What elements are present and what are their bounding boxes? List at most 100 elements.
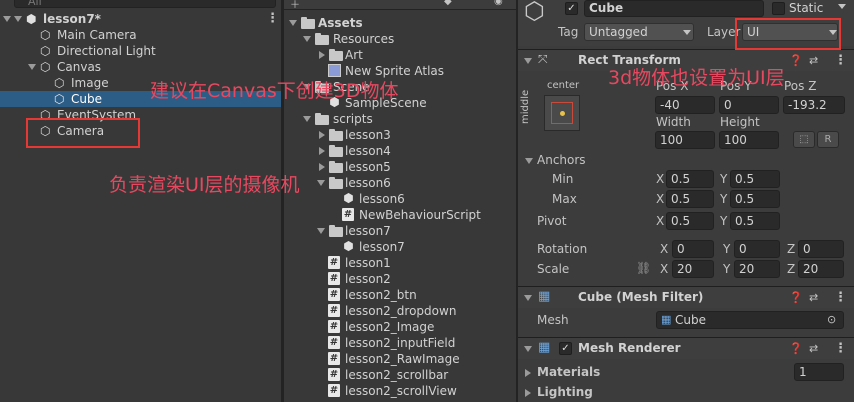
raw-edit-button[interactable]: R bbox=[817, 131, 839, 148]
component-menu-icon[interactable]: ⋮ bbox=[834, 291, 847, 304]
collapse-arrow-icon[interactable] bbox=[319, 131, 325, 139]
help-icon[interactable]: ❓ bbox=[789, 291, 803, 304]
script-icon: # bbox=[328, 384, 340, 397]
visibility-icon[interactable]: ◉ bbox=[494, 0, 503, 7]
mesh-object-field[interactable]: ▦ Cube ⊙ bbox=[656, 311, 844, 329]
project-item-newbehaviourscript[interactable]: # NewBehaviourScript bbox=[284, 207, 516, 223]
collapse-arrow-icon[interactable] bbox=[525, 389, 531, 397]
pos-y-field[interactable]: 0 bbox=[719, 96, 779, 114]
pivot-x-field[interactable]: 0.5 bbox=[666, 212, 714, 230]
project-item-lesson2-scrollview[interactable]: # lesson2_scrollView bbox=[284, 383, 516, 399]
project-item-art[interactable]: Art bbox=[284, 47, 516, 63]
pivot-y-field[interactable]: 0.5 bbox=[730, 212, 780, 230]
materials-count-field[interactable]: 1 bbox=[794, 363, 844, 381]
project-item-lesson7-folder[interactable]: lesson7 bbox=[284, 223, 516, 239]
project-item-lesson2-inputfield[interactable]: # lesson2_inputField bbox=[284, 335, 516, 351]
height-field[interactable]: 100 bbox=[719, 131, 779, 149]
component-menu-icon[interactable]: ⋮ bbox=[834, 342, 847, 355]
collapse-arrow-icon[interactable] bbox=[525, 369, 531, 377]
help-icon[interactable]: ❓ bbox=[789, 54, 803, 67]
anchor-presets-button[interactable] bbox=[544, 95, 580, 131]
project-item-resources[interactable]: Resources bbox=[284, 31, 516, 47]
max-x-field[interactable]: 0.5 bbox=[666, 190, 714, 208]
expand-arrow-icon[interactable] bbox=[289, 20, 297, 26]
pos-z-field[interactable]: -193.2 bbox=[783, 96, 845, 114]
project-item-assets[interactable]: Assets bbox=[284, 15, 516, 31]
expand-arrow-icon[interactable] bbox=[303, 116, 311, 122]
expand-arrow-icon[interactable] bbox=[525, 158, 533, 164]
materials-label: Materials bbox=[537, 365, 601, 379]
mesh-value: Cube bbox=[675, 313, 706, 327]
min-y-field[interactable]: 0.5 bbox=[730, 170, 780, 188]
hierarchy-item-directional-light[interactable]: ⬡ Directional Light bbox=[0, 43, 281, 59]
project-item-lesson1[interactable]: # lesson1 bbox=[284, 255, 516, 271]
preset-icon[interactable]: ⇄ bbox=[809, 54, 818, 67]
scene-row[interactable]: ⬢ lesson7* ⋮ bbox=[0, 11, 281, 27]
collapse-arrow-icon[interactable] bbox=[319, 147, 325, 155]
active-checkbox[interactable]: ✓ bbox=[565, 2, 578, 15]
collapse-arrow-icon[interactable] bbox=[319, 51, 325, 59]
component-title: Cube (Mesh Filter) bbox=[578, 290, 704, 304]
max-y-field[interactable]: 0.5 bbox=[730, 190, 780, 208]
constrain-link-icon[interactable]: ⛓ bbox=[636, 261, 651, 275]
renderer-enabled-checkbox[interactable]: ✓ bbox=[559, 342, 572, 355]
project-item-lesson6-folder[interactable]: lesson6 bbox=[284, 175, 516, 191]
width-field[interactable]: 100 bbox=[655, 131, 715, 149]
hierarchy-item-canvas[interactable]: ⬡ Canvas bbox=[0, 59, 281, 75]
blueprint-mode-icon[interactable]: ⬚ bbox=[793, 131, 815, 148]
static-checkbox[interactable] bbox=[772, 2, 785, 15]
tag-dropdown[interactable]: Untagged bbox=[584, 23, 694, 41]
component-menu-icon[interactable]: ⋮ bbox=[834, 54, 847, 67]
project-item-label: lesson2_scrollbar bbox=[345, 368, 449, 382]
collapse-arrow-icon[interactable] bbox=[319, 163, 325, 171]
hierarchy-item-main-camera[interactable]: ⬡ Main Camera bbox=[0, 27, 281, 43]
project-item-lesson3-folder[interactable]: lesson3 bbox=[284, 127, 516, 143]
project-item-lesson2-dropdown[interactable]: # lesson2_dropdown bbox=[284, 303, 516, 319]
min-x-field[interactable]: 0.5 bbox=[666, 170, 714, 188]
scale-z-field[interactable]: 20 bbox=[798, 260, 844, 278]
project-item-lesson2-btn[interactable]: # lesson2_btn bbox=[284, 287, 516, 303]
gameobject-icon: ⬡ bbox=[40, 60, 51, 74]
folder-icon bbox=[315, 113, 329, 125]
expand-arrow-icon[interactable] bbox=[14, 16, 22, 22]
object-picker-icon[interactable]: ⊙ bbox=[827, 312, 836, 328]
expand-arrow-icon[interactable] bbox=[524, 295, 532, 301]
expand-arrow-icon[interactable] bbox=[317, 228, 325, 234]
preset-icon[interactable]: ⇄ bbox=[809, 291, 818, 304]
camera-highlight-box bbox=[26, 118, 140, 148]
object-name-field[interactable]: Cube bbox=[584, 0, 764, 17]
project-item-lesson2-scrollbar[interactable]: # lesson2_scrollbar bbox=[284, 367, 516, 383]
tag-label: Tag bbox=[558, 25, 579, 39]
expand-arrow-icon[interactable] bbox=[317, 180, 325, 186]
rotation-x-field[interactable]: 0 bbox=[672, 240, 714, 258]
expand-arrow-icon[interactable] bbox=[28, 64, 36, 70]
project-item-lesson6-scene[interactable]: ⬢ lesson6 bbox=[284, 191, 516, 207]
collapse-arrow-icon[interactable] bbox=[3, 16, 11, 22]
project-item-lesson2[interactable]: # lesson2 bbox=[284, 271, 516, 287]
project-item-lesson5-folder[interactable]: lesson5 bbox=[284, 159, 516, 175]
scale-x-field[interactable]: 20 bbox=[672, 260, 714, 278]
expand-arrow-icon[interactable] bbox=[303, 36, 311, 42]
preset-icon[interactable]: ⇄ bbox=[809, 342, 818, 355]
rotation-y-field[interactable]: 0 bbox=[734, 240, 780, 258]
rotation-z-field[interactable]: 0 bbox=[798, 240, 844, 258]
project-item-lesson2-rawimage[interactable]: # lesson2_RawImage bbox=[284, 351, 516, 367]
project-item-lesson2-image[interactable]: # lesson2_Image bbox=[284, 319, 516, 335]
hierarchy-search-input[interactable] bbox=[14, 0, 276, 8]
add-icon[interactable]: ＋ bbox=[290, 0, 300, 11]
project-item-lesson7-scene[interactable]: ⬢ lesson7 bbox=[284, 239, 516, 255]
project-item-scripts[interactable]: scripts bbox=[284, 111, 516, 127]
mesh-filter-header[interactable]: ▦ Cube (Mesh Filter) ❓ ⇄ ⋮ bbox=[518, 286, 854, 308]
pos-x-field[interactable]: -40 bbox=[655, 96, 715, 114]
filter-icon[interactable]: ◆ bbox=[444, 0, 452, 7]
scene-menu-icon[interactable]: ⋮ bbox=[266, 12, 279, 25]
expand-arrow-icon[interactable] bbox=[524, 58, 532, 64]
expand-arrow-icon[interactable] bbox=[524, 346, 532, 352]
cube-object-icon: ⬡ bbox=[524, 0, 545, 25]
rotation-label: Rotation bbox=[537, 242, 588, 256]
scale-y-field[interactable]: 20 bbox=[734, 260, 780, 278]
help-icon[interactable]: ❓ bbox=[789, 342, 803, 355]
project-item-lesson4-folder[interactable]: lesson4 bbox=[284, 143, 516, 159]
mesh-renderer-header[interactable]: ▦ ✓ Mesh Renderer ❓ ⇄ ⋮ bbox=[518, 337, 854, 359]
static-dropdown-icon[interactable] bbox=[838, 4, 846, 9]
